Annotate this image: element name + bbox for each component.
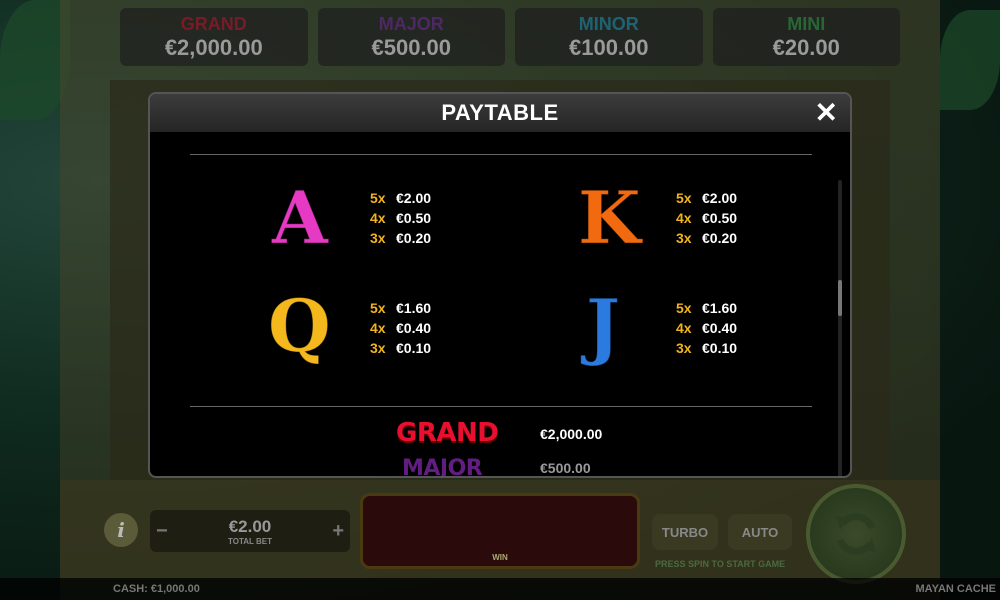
jackpot-label: MINI (787, 13, 826, 34)
pay-value: €1.60 (702, 300, 738, 316)
jackpot-major: MAJOR €500.00 (317, 8, 505, 66)
pay-value: €0.10 (702, 340, 738, 356)
paytable-jackpot-major-value: €500.00 (540, 460, 591, 476)
pay-multiplier: 5x (676, 190, 692, 206)
close-icon[interactable]: ✕ (815, 98, 838, 128)
pay-multiplier: 5x (370, 190, 386, 206)
game-name: MAYAN CACHE (915, 583, 996, 595)
pay-multiplier: 4x (370, 320, 386, 336)
cash-balance: CASH: €1,000.00 (113, 583, 200, 595)
pay-value: €2.00 (702, 190, 738, 206)
paytable-content: A 5x €2.00 4x €0.50 3x €0.20 K 5x €2.00 4x €0… (150, 132, 850, 478)
paytable-pays-q: 5x €1.60 4x €0.40 3x €0.10 (370, 298, 431, 358)
pay-value: €2.00 (396, 190, 432, 206)
bet-decrease-button[interactable]: − (156, 520, 168, 543)
pay-value: €0.20 (702, 230, 738, 246)
modal-header: PAYTABLE ✕ (150, 94, 850, 132)
jackpot-value: €20.00 (772, 34, 840, 60)
status-footer: CASH: €1,000.00 MAYAN CACHE (0, 578, 1000, 600)
divider (190, 406, 812, 407)
jackpot-value: €2,000.00 (164, 34, 263, 60)
bet-increase-button[interactable]: + (332, 520, 344, 543)
jackpot-mini: MINI €20.00 (712, 8, 900, 66)
jackpot-label: GRAND (180, 13, 247, 34)
pay-value: €1.60 (396, 300, 432, 316)
scrollbar-track[interactable] (838, 180, 842, 476)
win-label: WIN (492, 553, 508, 562)
divider (190, 154, 812, 155)
total-bet-label: TOTAL BET (228, 536, 272, 546)
paytable-pays-k: 5x €2.00 4x €0.50 3x €0.20 (676, 188, 737, 248)
paytable-modal: PAYTABLE ✕ A 5x €2.00 4x €0.50 3x €0.20 K 5… (148, 92, 852, 478)
total-bet-value: €2.00 (228, 516, 272, 536)
pay-value: €0.40 (396, 320, 432, 336)
symbol-q: Q (268, 283, 332, 368)
jackpot-value: €500.00 (371, 34, 452, 60)
symbol-j: J (585, 283, 621, 368)
symbol-k: K (578, 175, 642, 260)
turbo-button[interactable]: TURBO (652, 514, 718, 550)
scrollbar-thumb[interactable] (838, 280, 842, 316)
spin-button[interactable] (806, 484, 906, 584)
jackpot-label: MINOR (578, 13, 639, 34)
refresh-icon (836, 513, 876, 555)
info-button[interactable]: i (104, 513, 138, 547)
jackpot-grand: GRAND €2,000.00 (120, 8, 308, 66)
jackpot-bar: GRAND €2,000.00 MAJOR €500.00 MINOR €100… (120, 8, 900, 66)
pay-value: €0.50 (396, 210, 432, 226)
pay-value: €0.40 (702, 320, 738, 336)
bet-selector: − €2.00 TOTAL BET + (150, 510, 350, 552)
pay-multiplier: 5x (370, 300, 386, 316)
press-spin-hint: PRESS SPIN TO START GAME (655, 559, 786, 569)
jackpot-value: €100.00 (568, 34, 649, 60)
modal-title: PAYTABLE (441, 100, 559, 125)
pay-multiplier: 3x (370, 230, 386, 246)
pay-value: €0.10 (396, 340, 432, 356)
pay-multiplier: 4x (370, 210, 386, 226)
pay-multiplier: 4x (676, 320, 692, 336)
jackpot-label: MAJOR (378, 13, 444, 34)
paytable-jackpot-grand-label: GRAND (396, 418, 499, 448)
pay-multiplier: 4x (676, 210, 692, 226)
paytable-jackpot-major-label: MAJOR (402, 456, 483, 478)
win-display: WIN (360, 493, 640, 569)
pay-value: €0.50 (702, 210, 738, 226)
pay-multiplier: 5x (676, 300, 692, 316)
paytable-pays-a: 5x €2.00 4x €0.50 3x €0.20 (370, 188, 431, 248)
jackpot-minor: MINOR €100.00 (515, 8, 703, 66)
paytable-pays-j: 5x €1.60 4x €0.40 3x €0.10 (676, 298, 737, 358)
pay-value: €0.20 (396, 230, 432, 246)
paytable-jackpot-grand-value: €2,000.00 (540, 426, 603, 442)
symbol-a: A (272, 175, 329, 260)
pay-multiplier: 3x (676, 340, 692, 356)
auto-button[interactable]: AUTO (728, 514, 792, 550)
pay-multiplier: 3x (676, 230, 692, 246)
jungle-leaf (940, 10, 1000, 110)
pay-multiplier: 3x (370, 340, 386, 356)
